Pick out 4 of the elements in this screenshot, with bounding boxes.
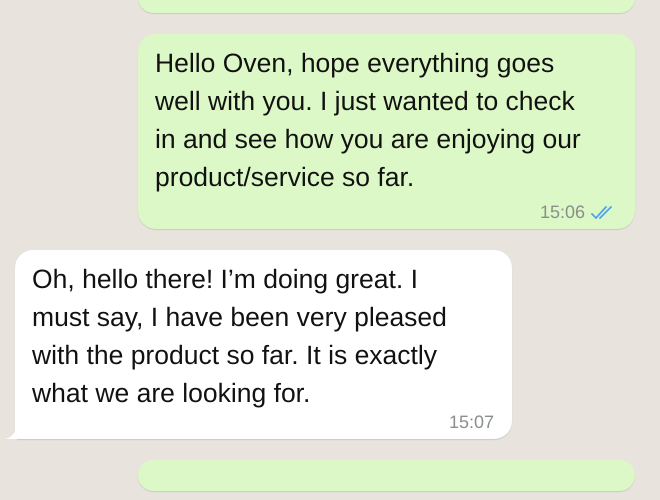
message-time: 15:07 xyxy=(448,412,494,433)
message-time: 15:06 xyxy=(540,202,585,223)
message-text: Oh, hello there! I’m doing great. I must say, I have been very pleased with the product so far. It is exactly what we are looking for. xyxy=(32,263,448,410)
message-text: Hello Oven, hope everything goes well with you. I just wanted to check in and see how you are enjoying our product/service so far. xyxy=(155,47,582,194)
